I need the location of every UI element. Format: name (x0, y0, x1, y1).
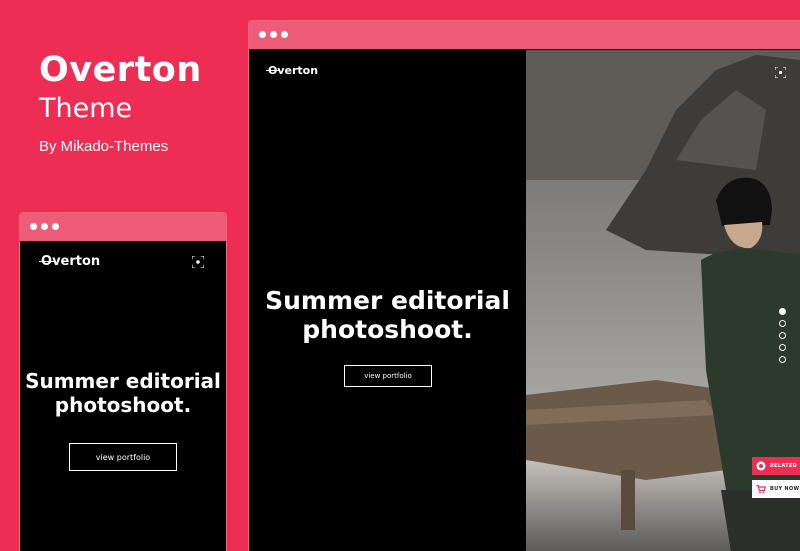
hero-text-panel: Overton Summer editorial photoshoot. vie… (249, 50, 526, 551)
related-icon (756, 461, 766, 471)
window-titlebar (20, 213, 226, 241)
theme-author: By Mikado-Themes (39, 138, 169, 155)
beach-photo-illustration (526, 50, 800, 551)
cart-icon (756, 484, 766, 494)
hero-headline: Summer editorial photoshoot. (265, 286, 510, 344)
slider-dot[interactable] (779, 332, 786, 339)
window-dots (30, 223, 59, 230)
theme-title: Overton (39, 50, 202, 90)
slider-dot[interactable] (779, 356, 786, 363)
window-dots (259, 31, 288, 38)
hero-headline: Summer editorial photoshoot. (25, 369, 221, 417)
theme-subtitle: Theme (39, 93, 133, 124)
site-logo[interactable]: Overton (38, 254, 100, 269)
view-portfolio-button[interactable]: view portfolio (344, 365, 432, 387)
window-titlebar (249, 21, 800, 49)
related-button[interactable]: RELATED (752, 457, 800, 475)
slider-dot[interactable] (779, 320, 786, 327)
desktop-preview-window: Overton Summer editorial photoshoot. vie… (248, 20, 800, 551)
slider-dot[interactable] (779, 308, 786, 315)
fullscreen-icon[interactable] (775, 67, 786, 78)
mobile-preview-window: Overton Summer editorial photoshoot. vie… (19, 212, 227, 551)
fullscreen-icon[interactable] (192, 256, 204, 268)
hero-photo: RELATED BUY NOW (526, 50, 800, 551)
promo-text: Overton Theme By Mikado-Themes (39, 50, 202, 155)
buy-now-button[interactable]: BUY NOW (752, 480, 800, 498)
view-portfolio-button[interactable]: view portfolio (69, 443, 177, 471)
site-logo[interactable]: Overton (265, 64, 318, 77)
slider-dot[interactable] (779, 344, 786, 351)
slider-pagination[interactable] (779, 308, 786, 363)
